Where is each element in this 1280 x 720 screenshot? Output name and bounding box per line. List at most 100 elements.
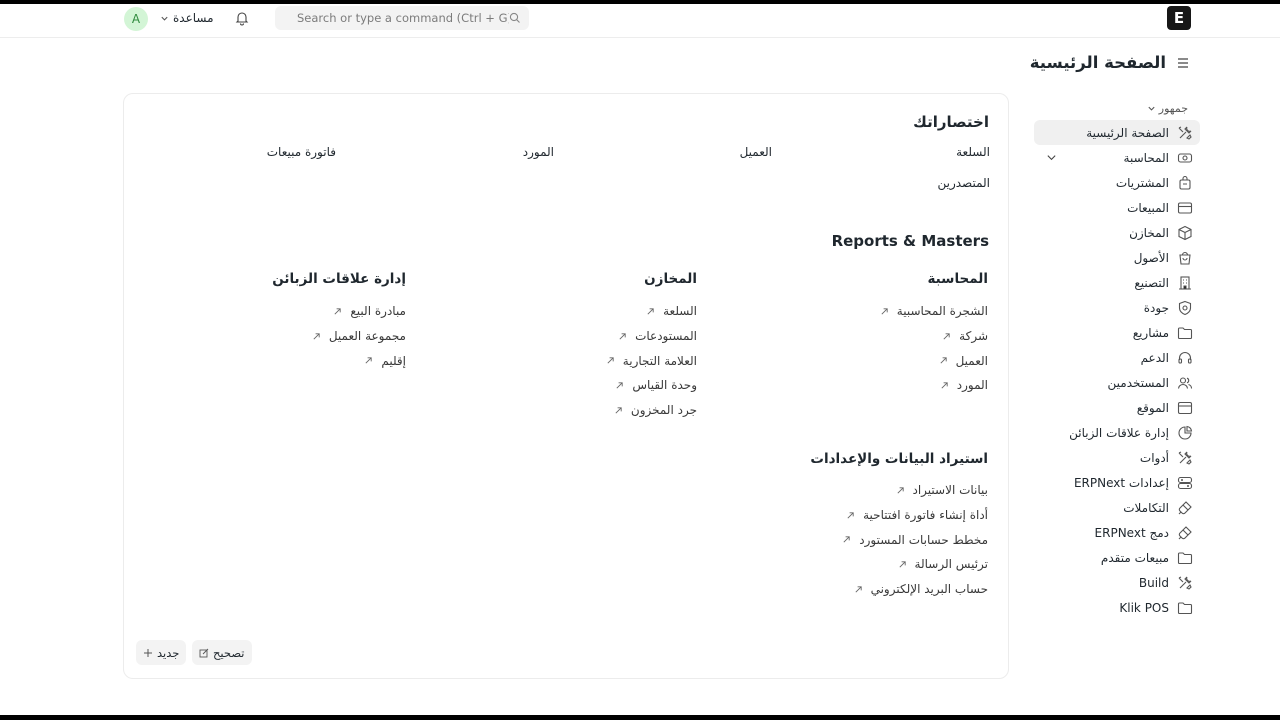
report-link[interactable]: العلامة التجارية [606, 348, 697, 373]
shortcut-item[interactable]: المتصدرين [937, 176, 990, 190]
settings-icon [1177, 476, 1193, 489]
link-list-stock: السلعة المستودعات العلامة التجارية وحدة الق… [606, 299, 697, 422]
shortcuts-heading: اختصاراتك [913, 113, 989, 131]
new-button[interactable]: جديد [136, 640, 187, 665]
pie-chart-icon [1178, 425, 1193, 440]
edit-label: تصحيح [213, 645, 245, 660]
report-link-label: بيانات الاستيراد [912, 483, 989, 498]
sidebar-item[interactable]: مشاريع [1034, 320, 1200, 345]
sidebar-item-label: مشاريع [1132, 325, 1169, 340]
sidebar-item-label: المخازن [1129, 225, 1169, 240]
report-link[interactable]: شركة [880, 324, 988, 349]
sidebar-item[interactable]: Klik POS [1034, 595, 1200, 620]
report-link[interactable]: الشجرة المحاسبية [880, 299, 988, 324]
sidebar-item[interactable]: Build [1034, 570, 1200, 595]
arrow-up-right-icon [647, 308, 654, 315]
report-link[interactable]: مبادرة البيع [312, 299, 406, 324]
arrow-up-right-icon [313, 332, 320, 340]
report-link[interactable]: جرد المخزون [606, 398, 697, 423]
report-link[interactable]: وحدة القياس [606, 373, 697, 398]
tools-icon [1178, 126, 1192, 140]
shortcut-item[interactable]: السلعة [956, 145, 990, 159]
report-link-label: المستودعات [635, 329, 697, 344]
app-logo[interactable]: E [1167, 6, 1191, 30]
sidebar-item[interactable]: المشتريات [1034, 170, 1200, 195]
report-link[interactable]: المستودعات [606, 324, 697, 349]
sidebar-item[interactable]: المحاسبة [1034, 145, 1200, 170]
sidebar-item[interactable]: المخازن [1034, 220, 1200, 245]
edit-icon [199, 648, 209, 657]
headset-icon [1178, 351, 1192, 364]
sidebar-item-label: الموقع [1136, 400, 1169, 415]
report-link-label: الشجرة المحاسبية [896, 304, 988, 319]
arrow-up-right-icon [896, 487, 904, 494]
reports-heading: Reports & Masters [831, 232, 989, 250]
sidebar-item-label: الدعم [1140, 350, 1169, 365]
chevron-down-icon[interactable] [1046, 152, 1057, 163]
workspace-card: اختصاراتك السلعة العميل المورد فاتورة مب… [123, 93, 1009, 679]
arrow-up-right-icon [619, 332, 626, 340]
avatar[interactable]: A [124, 7, 148, 31]
report-link[interactable]: مجموعة العميل [312, 324, 406, 349]
sidebar-item-label: مبيعات متقدم [1100, 550, 1169, 565]
sidebar-item[interactable]: مبيعات متقدم [1034, 545, 1200, 570]
sidebar-item[interactable]: التصنيع [1034, 270, 1200, 295]
link-list-data-import: بيانات الاستيراد أداة إنشاء فاتورة افتتاح… [842, 478, 988, 601]
sidebar-item-label: المشتريات [1115, 175, 1169, 190]
sidebar-item-label: المحاسبة [1123, 150, 1169, 165]
sidebar-item[interactable]: المبيعات [1034, 195, 1200, 220]
arrow-up-right-icon [334, 308, 342, 315]
box-icon [1178, 225, 1192, 240]
report-link[interactable]: أداة إنشاء فاتورة افتتاحية [842, 503, 988, 528]
sidebar-item[interactable]: إدارة علاقات الزبائن [1034, 420, 1200, 445]
report-link[interactable]: المورد [880, 373, 988, 398]
report-link[interactable]: مخطط حسابات المستورد [842, 527, 988, 552]
report-link[interactable]: العميل [880, 348, 988, 373]
page-title: الصفحة الرئيسية [1029, 53, 1166, 72]
sidebar-item[interactable]: جودة [1034, 295, 1200, 320]
sidebar-item[interactable]: التكاملات [1034, 495, 1200, 520]
report-link[interactable]: حساب البريد الإلكتروني [842, 577, 988, 602]
report-link[interactable]: إقليم [312, 348, 406, 373]
sidebar-item-label: التكاملات [1123, 500, 1169, 515]
search-input[interactable] [285, 11, 509, 25]
help-dropdown[interactable]: مساعدة [160, 9, 214, 27]
shortcut-item[interactable]: فاتورة مبيعات [267, 145, 336, 159]
card-icon [1177, 201, 1193, 214]
sidebar-item[interactable]: إعدادات ERPNext [1034, 470, 1200, 495]
arrow-up-right-icon [365, 357, 372, 364]
sidebar-item[interactable]: الصفحة الرئيسية [1034, 120, 1200, 145]
report-link-label: أداة إنشاء فاتورة افتتاحية [863, 508, 988, 523]
folder-icon [1177, 601, 1193, 614]
sidebar-section-public[interactable]: جمهور [1147, 102, 1188, 115]
sidebar-item[interactable]: الأصول [1034, 245, 1200, 270]
sidebar-item-label: Build [1138, 575, 1169, 590]
folder-icon [1177, 551, 1193, 564]
sidebar-item-label: المستخدمين [1107, 375, 1169, 390]
web-icon [1177, 401, 1193, 414]
shortcut-item[interactable]: العميل [740, 145, 772, 159]
shortcut-item[interactable]: المورد [523, 145, 554, 159]
link-list-crm: مبادرة البيع مجموعة العميل إقليم [312, 299, 406, 373]
card-title-data-import: استيراد البيانات والإعدادات [810, 451, 988, 467]
report-link-label: العلامة التجارية [622, 353, 697, 368]
search-bar[interactable] [275, 6, 529, 30]
report-link-label: حساب البريد الإلكتروني [870, 582, 988, 597]
report-link-label: إقليم [381, 353, 406, 368]
menu-icon[interactable] [1176, 56, 1190, 70]
bag-icon [1179, 175, 1191, 190]
bell-icon[interactable] [234, 10, 250, 26]
report-link[interactable]: السلعة [606, 299, 697, 324]
sidebar-item-label: دمج ERPNext [1094, 525, 1169, 540]
sidebar-item[interactable]: أدوات [1034, 445, 1200, 470]
report-link[interactable]: ترئيس الرسالة [842, 552, 988, 577]
sidebar-item[interactable]: المستخدمين [1034, 370, 1200, 395]
report-link[interactable]: بيانات الاستيراد [842, 478, 988, 503]
sidebar-item[interactable]: دمج ERPNext [1034, 520, 1200, 545]
sidebar-item[interactable]: الموقع [1034, 395, 1200, 420]
edit-button[interactable]: تصحيح [192, 640, 252, 665]
tools-icon [1178, 576, 1192, 590]
sidebar-item-label: إدارة علاقات الزبائن [1069, 425, 1169, 440]
sidebar-item[interactable]: الدعم [1034, 345, 1200, 370]
sidebar-item-label: أدوات [1139, 450, 1169, 465]
